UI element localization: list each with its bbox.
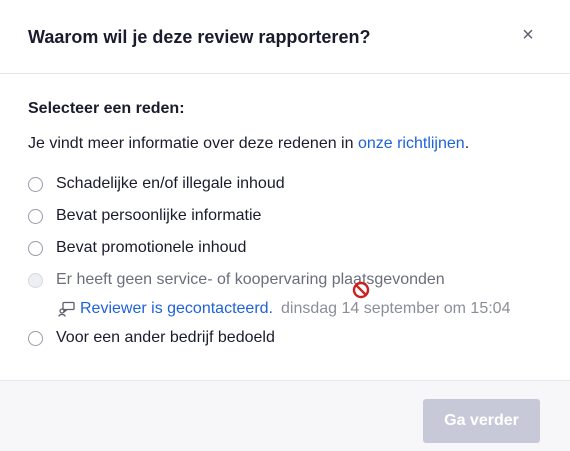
option-label: Schadelijke en/of illegale inhoud bbox=[56, 175, 285, 192]
dialog-body: Selecteer een reden: Je vindt meer infor… bbox=[28, 100, 548, 153]
radio-button-disabled bbox=[28, 272, 43, 288]
contacted-timestamp: dinsdag 14 september om 15:04 bbox=[280, 300, 511, 317]
reviewer-contacted-link[interactable]: Reviewer is gecontacteerd. bbox=[80, 300, 273, 318]
radio-button[interactable] bbox=[28, 208, 43, 224]
reviewer-contacted-note: Reviewer is gecontacteerd. dinsdag 14 se… bbox=[58, 300, 510, 318]
option-other-business[interactable]: Voor een ander bedrijf bedoeld bbox=[28, 328, 275, 348]
option-label: Bevat promotionele inhoud bbox=[56, 239, 247, 256]
option-label: Er heeft geen service- of koopervaring p… bbox=[56, 271, 445, 288]
reviewer-contacted-icon bbox=[58, 301, 75, 317]
option-promotional-content[interactable]: Bevat promotionele inhoud bbox=[28, 238, 246, 258]
radio-button[interactable] bbox=[28, 240, 43, 256]
report-review-dialog: Waarom wil je deze review rapporteren? ×… bbox=[0, 0, 570, 451]
option-harmful-content[interactable]: Schadelijke en/of illegale inhoud bbox=[28, 174, 285, 194]
radio-button[interactable] bbox=[28, 176, 43, 192]
radio-button[interactable] bbox=[28, 330, 43, 346]
guidelines-link[interactable]: onze richtlijnen bbox=[358, 135, 465, 152]
dialog-footer: Ga verder bbox=[0, 380, 570, 451]
close-icon[interactable]: × bbox=[518, 25, 538, 45]
not-allowed-cursor-icon bbox=[352, 281, 370, 299]
info-text-prefix: Je vindt meer informatie over deze reden… bbox=[28, 135, 358, 152]
info-text-suffix: . bbox=[464, 135, 470, 152]
section-label: Selecteer een reden: bbox=[28, 100, 185, 117]
option-personal-info[interactable]: Bevat persoonlijke informatie bbox=[28, 206, 261, 226]
option-label: Bevat persoonlijke informatie bbox=[56, 207, 262, 224]
dialog-header: Waarom wil je deze review rapporteren? × bbox=[0, 0, 570, 74]
info-text: Je vindt meer informatie over deze reden… bbox=[28, 135, 548, 153]
continue-button[interactable]: Ga verder bbox=[423, 399, 540, 443]
option-no-experience: Er heeft geen service- of koopervaring p… bbox=[28, 270, 445, 290]
dialog-title: Waarom wil je deze review rapporteren? bbox=[28, 27, 371, 47]
option-label: Voor een ander bedrijf bedoeld bbox=[56, 329, 275, 346]
